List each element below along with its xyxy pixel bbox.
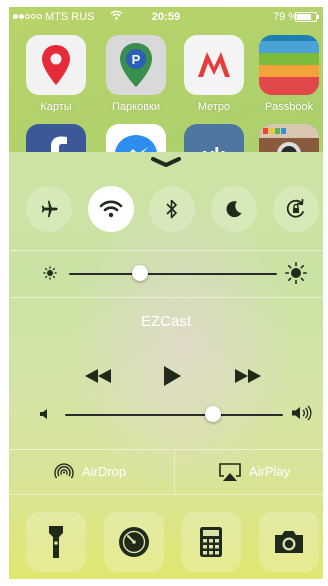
app-parking[interactable]: P Парковки bbox=[106, 35, 166, 113]
airplay-button[interactable]: AirPlay bbox=[218, 449, 290, 494]
app-maps[interactable]: Карты bbox=[26, 35, 86, 113]
app-passbook[interactable]: Passbook bbox=[259, 35, 319, 113]
volume-slider-thumb[interactable] bbox=[205, 406, 222, 422]
battery-fill bbox=[297, 14, 312, 20]
parking-app-icon: P bbox=[106, 35, 166, 95]
divider bbox=[174, 449, 175, 494]
brightness-high-icon bbox=[285, 262, 307, 284]
app-label: Парковки bbox=[112, 101, 160, 113]
app-metro[interactable]: Метро bbox=[184, 35, 244, 113]
moon-icon bbox=[226, 201, 242, 218]
app-label: Метро bbox=[197, 101, 231, 113]
brightness-slider[interactable] bbox=[69, 273, 277, 275]
airdrop-label: AirDrop bbox=[82, 464, 127, 479]
play-button[interactable] bbox=[162, 365, 182, 387]
control-center: EZCast AirDrop AirPlay bbox=[9, 152, 323, 579]
divider bbox=[9, 297, 323, 298]
now-playing-title: EZCast bbox=[140, 313, 191, 330]
camera-button[interactable] bbox=[259, 512, 319, 572]
svg-text:P: P bbox=[132, 52, 141, 67]
app-label: Карты bbox=[40, 101, 72, 113]
flashlight-button[interactable] bbox=[26, 512, 86, 572]
airplay-label: AirPlay bbox=[249, 464, 291, 479]
app-label: Passbook bbox=[264, 101, 314, 113]
bluetooth-icon bbox=[166, 199, 177, 219]
fast-forward-button[interactable] bbox=[234, 368, 262, 384]
calculator-button[interactable] bbox=[181, 512, 241, 572]
airplane-mode-toggle[interactable] bbox=[26, 186, 72, 232]
wifi-toggle[interactable] bbox=[88, 186, 134, 232]
divider bbox=[9, 494, 323, 495]
rotation-lock-icon bbox=[286, 198, 304, 218]
timer-button[interactable] bbox=[104, 512, 164, 572]
airdrop-button[interactable]: AirDrop bbox=[53, 449, 126, 494]
camera-icon bbox=[275, 531, 303, 553]
status-bar: MTS RUS 20:59 79 % bbox=[9, 7, 323, 27]
brightness-low-icon bbox=[43, 266, 57, 280]
volume-high-icon bbox=[292, 405, 312, 421]
calculator-icon bbox=[200, 527, 222, 557]
chevron-down-icon[interactable] bbox=[150, 156, 182, 168]
timer-icon bbox=[119, 527, 149, 557]
maps-app-icon bbox=[26, 35, 86, 95]
volume-slider[interactable] bbox=[65, 414, 283, 416]
volume-low-icon bbox=[40, 409, 47, 419]
wifi-icon bbox=[99, 200, 123, 218]
rotation-lock-toggle[interactable] bbox=[273, 186, 319, 232]
bluetooth-toggle[interactable] bbox=[149, 186, 195, 232]
phone-screen: MTS RUS 20:59 79 % Карты P Парковки Метр… bbox=[9, 7, 323, 579]
rewind-button[interactable] bbox=[84, 368, 112, 384]
flashlight-icon bbox=[49, 526, 63, 558]
airdrop-icon bbox=[54, 462, 74, 478]
brightness-slider-thumb[interactable] bbox=[131, 265, 148, 281]
battery-icon bbox=[295, 12, 319, 22]
divider bbox=[9, 250, 323, 251]
metro-app-icon bbox=[184, 35, 244, 95]
airplane-icon bbox=[41, 200, 58, 218]
passbook-app-icon bbox=[259, 35, 319, 95]
airplay-icon bbox=[219, 462, 241, 481]
do-not-disturb-toggle[interactable] bbox=[211, 186, 257, 232]
